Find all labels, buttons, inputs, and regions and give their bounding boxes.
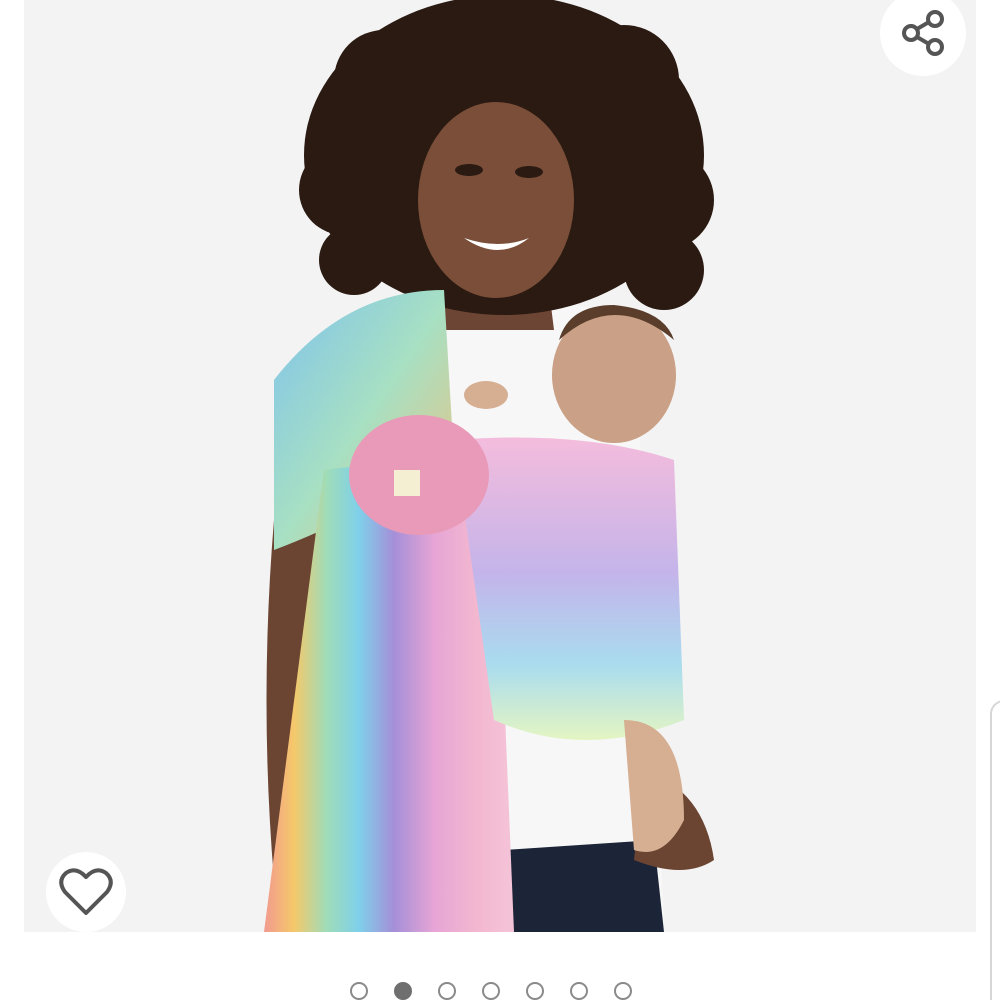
carousel-dot-5[interactable]	[526, 982, 544, 1000]
heart-outline-icon	[59, 868, 113, 915]
carousel-dot-4[interactable]	[482, 982, 500, 1000]
carousel-dot-2-active[interactable]	[394, 982, 412, 1000]
carousel-dot-3[interactable]	[438, 982, 456, 1000]
wishlist-button[interactable]	[46, 852, 126, 932]
carousel-dot-7[interactable]	[614, 982, 632, 1000]
carousel-dot-1[interactable]	[350, 982, 368, 1000]
product-page	[0, 0, 1000, 1000]
share-icon	[902, 10, 944, 56]
product-image[interactable]	[24, 0, 976, 932]
product-photo	[24, 0, 976, 932]
carousel-indicator	[350, 982, 632, 1000]
carousel-dot-6[interactable]	[570, 982, 588, 1000]
side-panel-handle[interactable]	[990, 700, 1000, 1000]
